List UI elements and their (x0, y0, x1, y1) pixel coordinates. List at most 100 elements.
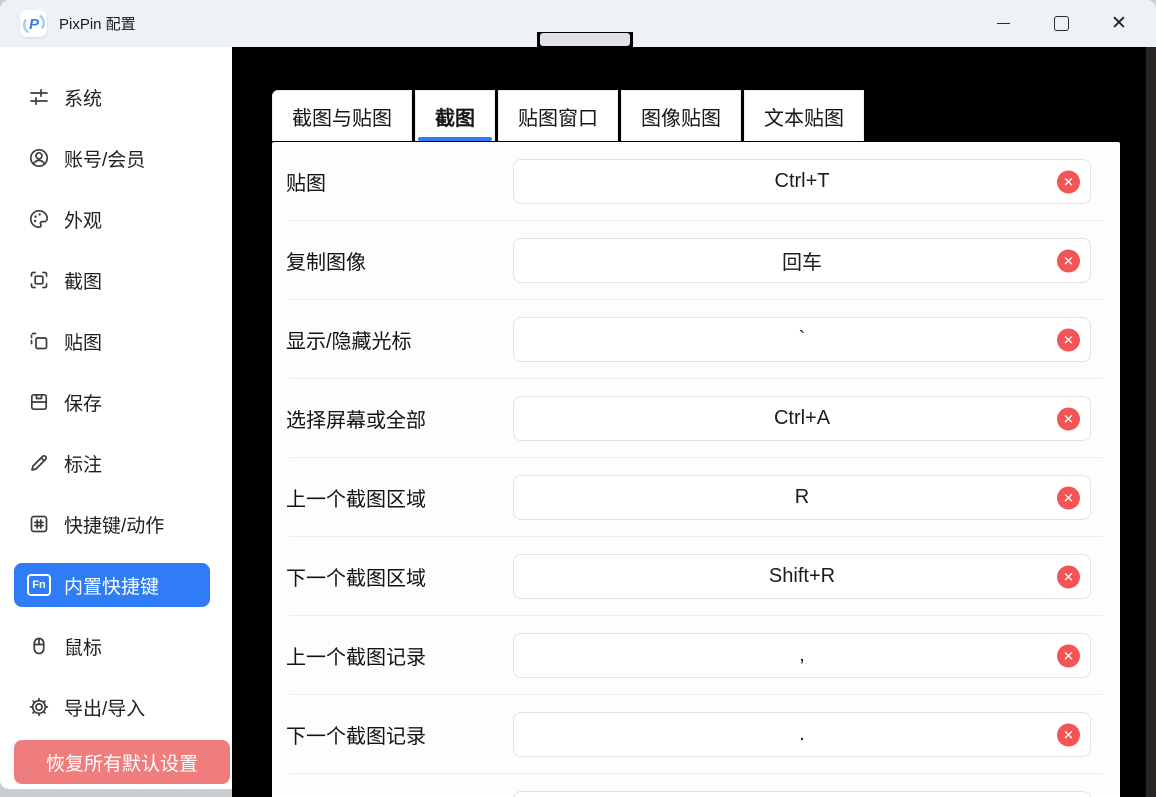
sidebar: 系统 账号/会员 (0, 47, 232, 789)
sidebar-item-label: 保存 (64, 389, 102, 416)
sidebar-item-save[interactable]: 保存 (14, 380, 210, 424)
sidebar-item-label: 快捷键/动作 (64, 511, 164, 538)
shortcut-row-partial (272, 774, 1120, 797)
sidebar-item-label: 外观 (64, 206, 102, 233)
shortcut-row: 下一个截图区域 Shift+R ✕ (272, 537, 1120, 616)
shortcut-label: 选择屏幕或全部 (286, 404, 513, 433)
shortcut-value: 回车 (782, 246, 822, 275)
window-controls: ✕ (974, 0, 1148, 47)
desktop-edge (1146, 47, 1156, 797)
shortcut-value: . (799, 723, 805, 746)
sidebar-item-hotkeys[interactable]: 快捷键/动作 (14, 502, 210, 546)
shortcut-value: R (795, 486, 809, 509)
minimize-icon (997, 23, 1010, 24)
mouse-icon (27, 634, 51, 658)
sidebar-item-label: 贴图 (64, 328, 102, 355)
clear-shortcut-button[interactable]: ✕ (1057, 328, 1080, 351)
shortcut-label: 复制图像 (286, 246, 513, 275)
sidebar-item-system[interactable]: 系统 (14, 75, 210, 119)
shortcut-row: 显示/隐藏光标 ` ✕ (272, 300, 1120, 379)
clear-shortcut-button[interactable]: ✕ (1057, 170, 1080, 193)
sidebar-item-label: 账号/会员 (64, 145, 145, 172)
background-window-fragment (537, 32, 633, 48)
gear-icon (27, 695, 51, 719)
maximize-button[interactable] (1032, 0, 1090, 47)
clear-shortcut-button[interactable]: ✕ (1057, 723, 1080, 746)
hash-icon (27, 512, 51, 536)
palette-icon (27, 207, 51, 231)
fn-icon: Fn (27, 573, 51, 597)
shortcut-row: 下一个截图记录 . ✕ (272, 695, 1120, 774)
pin-copy-icon (27, 329, 51, 353)
svg-text:P: P (29, 16, 40, 33)
minimize-button[interactable] (974, 0, 1032, 47)
sidebar-nav: 系统 账号/会员 (14, 75, 210, 729)
sidebar-item-label: 导出/导入 (64, 694, 145, 721)
sidebar-item-pin[interactable]: 贴图 (14, 319, 210, 363)
tab-image-pin[interactable]: 图像贴图 (621, 90, 741, 141)
sidebar-item-label: 截图 (64, 267, 102, 294)
close-button[interactable]: ✕ (1090, 0, 1148, 47)
sliders-icon (27, 85, 51, 109)
background-window-bar (540, 33, 630, 46)
sidebar-item-export-import[interactable]: 导出/导入 (14, 685, 210, 729)
sidebar-item-appearance[interactable]: 外观 (14, 197, 210, 241)
shortcut-input[interactable]: , ✕ (513, 633, 1091, 678)
shortcut-value: ` (799, 328, 806, 351)
sidebar-item-screenshot[interactable]: 截图 (14, 258, 210, 302)
sidebar-item-label: 鼠标 (64, 633, 102, 660)
shortcut-label: 下一个截图记录 (286, 720, 513, 749)
content-area: 截图与贴图 截图 贴图窗口 图像贴图 文本贴图 贴图 Ctrl+T ✕ 复制图像… (232, 47, 1156, 797)
clear-shortcut-button[interactable]: ✕ (1057, 644, 1080, 667)
sidebar-item-mouse[interactable]: 鼠标 (14, 624, 210, 668)
tab-pin-window[interactable]: 贴图窗口 (498, 90, 618, 141)
sidebar-item-label: 标注 (64, 450, 102, 477)
pencil-icon (27, 451, 51, 475)
tab-text-pin[interactable]: 文本贴图 (744, 90, 864, 141)
shortcut-label: 显示/隐藏光标 (286, 325, 513, 354)
clear-shortcut-button[interactable]: ✕ (1057, 565, 1080, 588)
shortcut-label: 上一个截图记录 (286, 641, 513, 670)
shortcut-input[interactable]: Ctrl+A ✕ (513, 396, 1091, 441)
sidebar-item-account[interactable]: 账号/会员 (14, 136, 210, 180)
settings-panel: 贴图 Ctrl+T ✕ 复制图像 回车 ✕ 显示/隐藏光标 ` ✕ (272, 142, 1120, 797)
maximize-icon (1054, 16, 1069, 31)
clear-shortcut-button[interactable]: ✕ (1057, 486, 1080, 509)
shortcut-input[interactable]: Ctrl+T ✕ (513, 159, 1091, 204)
shortcut-input[interactable]: R ✕ (513, 475, 1091, 520)
tab-screenshot-and-pin[interactable]: 截图与贴图 (272, 90, 412, 141)
pixpin-logo-icon: P (20, 10, 47, 37)
clear-shortcut-button[interactable]: ✕ (1057, 249, 1080, 272)
shortcut-input[interactable]: Shift+R ✕ (513, 554, 1091, 599)
shortcut-input[interactable]: 回车 ✕ (513, 238, 1091, 283)
restore-defaults-button[interactable]: 恢复所有默认设置 (14, 740, 230, 784)
sidebar-item-annotate[interactable]: 标注 (14, 441, 210, 485)
fn-icon-label: Fn (27, 574, 51, 596)
shortcut-row: 选择屏幕或全部 Ctrl+A ✕ (272, 379, 1120, 458)
user-icon (27, 146, 51, 170)
sidebar-item-label: 内置快捷键 (64, 572, 159, 599)
sidebar-item-builtin-hotkeys[interactable]: Fn 内置快捷键 (14, 563, 210, 607)
app-window: P PixPin 配置 ✕ 系统 (0, 0, 1156, 797)
clear-shortcut-button[interactable]: ✕ (1057, 407, 1080, 430)
shortcut-value: Shift+R (769, 565, 835, 588)
shortcut-value: , (799, 644, 805, 667)
tab-screenshot[interactable]: 截图 (415, 90, 495, 141)
shortcut-input[interactable] (513, 791, 1091, 797)
shortcut-input[interactable]: . ✕ (513, 712, 1091, 757)
tab-bar: 截图与贴图 截图 贴图窗口 图像贴图 文本贴图 (272, 90, 864, 141)
shortcut-value: Ctrl+A (774, 407, 830, 430)
shortcut-row: 复制图像 回车 ✕ (272, 221, 1120, 300)
shortcut-label: 贴图 (286, 167, 513, 196)
shortcut-row: 贴图 Ctrl+T ✕ (272, 142, 1120, 221)
shortcut-row: 上一个截图区域 R ✕ (272, 458, 1120, 537)
shortcut-label: 下一个截图区域 (286, 562, 513, 591)
window-title: PixPin 配置 (59, 13, 136, 34)
shortcut-input[interactable]: ` ✕ (513, 317, 1091, 362)
shortcut-label: 上一个截图区域 (286, 483, 513, 512)
shortcut-value: Ctrl+T (775, 170, 830, 193)
shortcut-row: 上一个截图记录 , ✕ (272, 616, 1120, 695)
screenshot-frame-icon (27, 268, 51, 292)
save-icon (27, 390, 51, 414)
sidebar-item-label: 系统 (64, 84, 102, 111)
